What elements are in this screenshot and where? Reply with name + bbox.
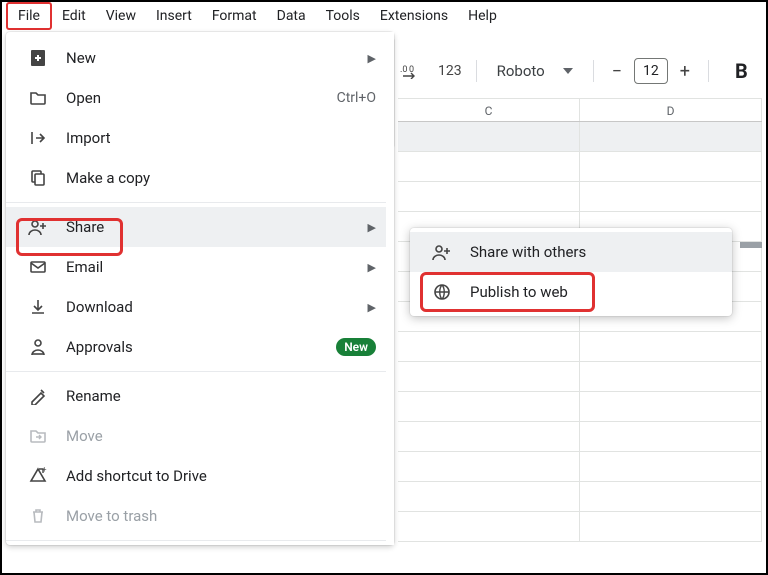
font-size-group: − 12 + bbox=[608, 58, 694, 84]
file-menu-make-copy[interactable]: Make a copy bbox=[6, 158, 394, 198]
spreadsheet-grid[interactable]: C D bbox=[398, 98, 762, 569]
share-with-others[interactable]: Share with others bbox=[410, 232, 732, 272]
submenu-arrow-icon: ▶ bbox=[368, 221, 376, 234]
column-header-d[interactable]: D bbox=[580, 99, 762, 121]
bold-button[interactable]: B bbox=[723, 59, 748, 83]
file-menu-add-shortcut[interactable]: + Add shortcut to Drive bbox=[6, 456, 394, 496]
menubar-edit[interactable]: Edit bbox=[52, 4, 96, 28]
new-file-icon bbox=[28, 48, 48, 68]
submenu-arrow-icon: ▶ bbox=[368, 52, 376, 65]
grid-row[interactable] bbox=[398, 362, 762, 392]
scrollbar-thumb[interactable] bbox=[389, 38, 395, 148]
globe-icon bbox=[432, 282, 452, 302]
person-add-icon bbox=[28, 217, 48, 237]
menu-label: Make a copy bbox=[66, 169, 376, 187]
menubar-data[interactable]: Data bbox=[267, 4, 316, 28]
submenu-arrow-icon: ▶ bbox=[368, 261, 376, 274]
row-indicator bbox=[740, 242, 762, 248]
menu-label: Share bbox=[66, 218, 350, 236]
publish-to-web[interactable]: Publish to web bbox=[410, 272, 732, 312]
menu-label: Email bbox=[66, 258, 350, 276]
menu-label: Open bbox=[66, 89, 319, 107]
toolbar-divider bbox=[708, 60, 709, 82]
menu-separator bbox=[6, 540, 394, 541]
svg-text:+: + bbox=[42, 467, 47, 474]
menu-separator bbox=[6, 202, 394, 203]
menu-label: Import bbox=[66, 129, 376, 147]
file-menu-approvals[interactable]: Approvals New bbox=[6, 327, 394, 367]
menu-label: Move to trash bbox=[66, 507, 376, 525]
move-icon bbox=[28, 426, 48, 446]
copy-icon bbox=[28, 168, 48, 188]
file-menu-open[interactable]: Open Ctrl+O bbox=[6, 78, 394, 118]
email-icon bbox=[28, 257, 48, 277]
menu-label: Move bbox=[66, 427, 376, 445]
person-add-icon bbox=[432, 242, 452, 262]
file-menu-import[interactable]: Import bbox=[6, 118, 394, 158]
menubar-tools[interactable]: Tools bbox=[316, 4, 370, 28]
column-headers: C D bbox=[398, 98, 762, 122]
grid-row[interactable] bbox=[398, 482, 762, 512]
menu-label: Share with others bbox=[470, 243, 714, 261]
svg-text:.0: .0 bbox=[400, 65, 407, 75]
menubar-file[interactable]: File bbox=[6, 2, 52, 30]
trash-icon bbox=[28, 506, 48, 526]
file-menu-share[interactable]: Share ▶ bbox=[6, 207, 394, 247]
menubar-help[interactable]: Help bbox=[458, 4, 507, 28]
download-icon bbox=[28, 297, 48, 317]
font-family-label: Roboto bbox=[497, 62, 545, 80]
file-menu-download[interactable]: Download ▶ bbox=[6, 287, 394, 327]
menu-shortcut: Ctrl+O bbox=[337, 90, 376, 106]
menubar: File Edit View Insert Format Data Tools … bbox=[2, 2, 766, 28]
menu-label: Publish to web bbox=[470, 283, 714, 301]
grid-row[interactable] bbox=[398, 392, 762, 422]
number-format-123[interactable]: 123 bbox=[438, 63, 462, 79]
approvals-icon bbox=[28, 337, 48, 357]
menu-label: Rename bbox=[66, 387, 376, 405]
file-menu-move[interactable]: Move bbox=[6, 416, 394, 456]
toolbar: .00 123 Roboto − 12 + B bbox=[398, 58, 762, 84]
new-badge: New bbox=[336, 338, 376, 356]
font-family-select[interactable]: Roboto bbox=[491, 62, 579, 80]
menu-label: Add shortcut to Drive bbox=[66, 467, 376, 485]
decrease-decimal-icon[interactable]: .00 bbox=[398, 58, 424, 84]
menubar-view[interactable]: View bbox=[96, 4, 146, 28]
grid-row[interactable] bbox=[398, 332, 762, 362]
grid-row[interactable] bbox=[398, 452, 762, 482]
menu-label: Download bbox=[66, 298, 350, 316]
menubar-format[interactable]: Format bbox=[202, 4, 267, 28]
submenu-arrow-icon: ▶ bbox=[368, 301, 376, 314]
toolbar-divider bbox=[476, 60, 477, 82]
folder-open-icon bbox=[28, 88, 48, 108]
grid-row[interactable] bbox=[398, 182, 762, 212]
rename-icon bbox=[28, 386, 48, 406]
file-menu-email[interactable]: Email ▶ bbox=[6, 247, 394, 287]
menu-separator bbox=[6, 371, 394, 372]
grid-row[interactable] bbox=[398, 152, 762, 182]
menubar-extensions[interactable]: Extensions bbox=[370, 4, 458, 28]
grid-row[interactable] bbox=[398, 422, 762, 452]
share-submenu: Share with others Publish to web bbox=[410, 228, 732, 316]
file-menu-new[interactable]: New ▶ bbox=[6, 38, 394, 78]
caret-down-icon bbox=[563, 68, 573, 74]
import-icon bbox=[28, 128, 48, 148]
grid-row[interactable] bbox=[398, 122, 762, 152]
toolbar-divider bbox=[593, 60, 594, 82]
menubar-insert[interactable]: Insert bbox=[146, 4, 202, 28]
menu-label: Approvals bbox=[66, 338, 318, 356]
file-menu-rename[interactable]: Rename bbox=[6, 376, 394, 416]
file-menu-dropdown: New ▶ Open Ctrl+O Import Make a copy Sha… bbox=[6, 32, 394, 545]
grid-rows bbox=[398, 122, 762, 542]
font-size-increase[interactable]: + bbox=[676, 61, 694, 82]
menu-label: New bbox=[66, 49, 350, 67]
font-size-decrease[interactable]: − bbox=[608, 61, 626, 82]
drive-shortcut-icon: + bbox=[28, 466, 48, 486]
grid-row[interactable] bbox=[398, 512, 762, 542]
font-size-input[interactable]: 12 bbox=[634, 58, 668, 84]
column-header-c[interactable]: C bbox=[398, 99, 580, 121]
file-menu-move-to-trash[interactable]: Move to trash bbox=[6, 496, 394, 536]
